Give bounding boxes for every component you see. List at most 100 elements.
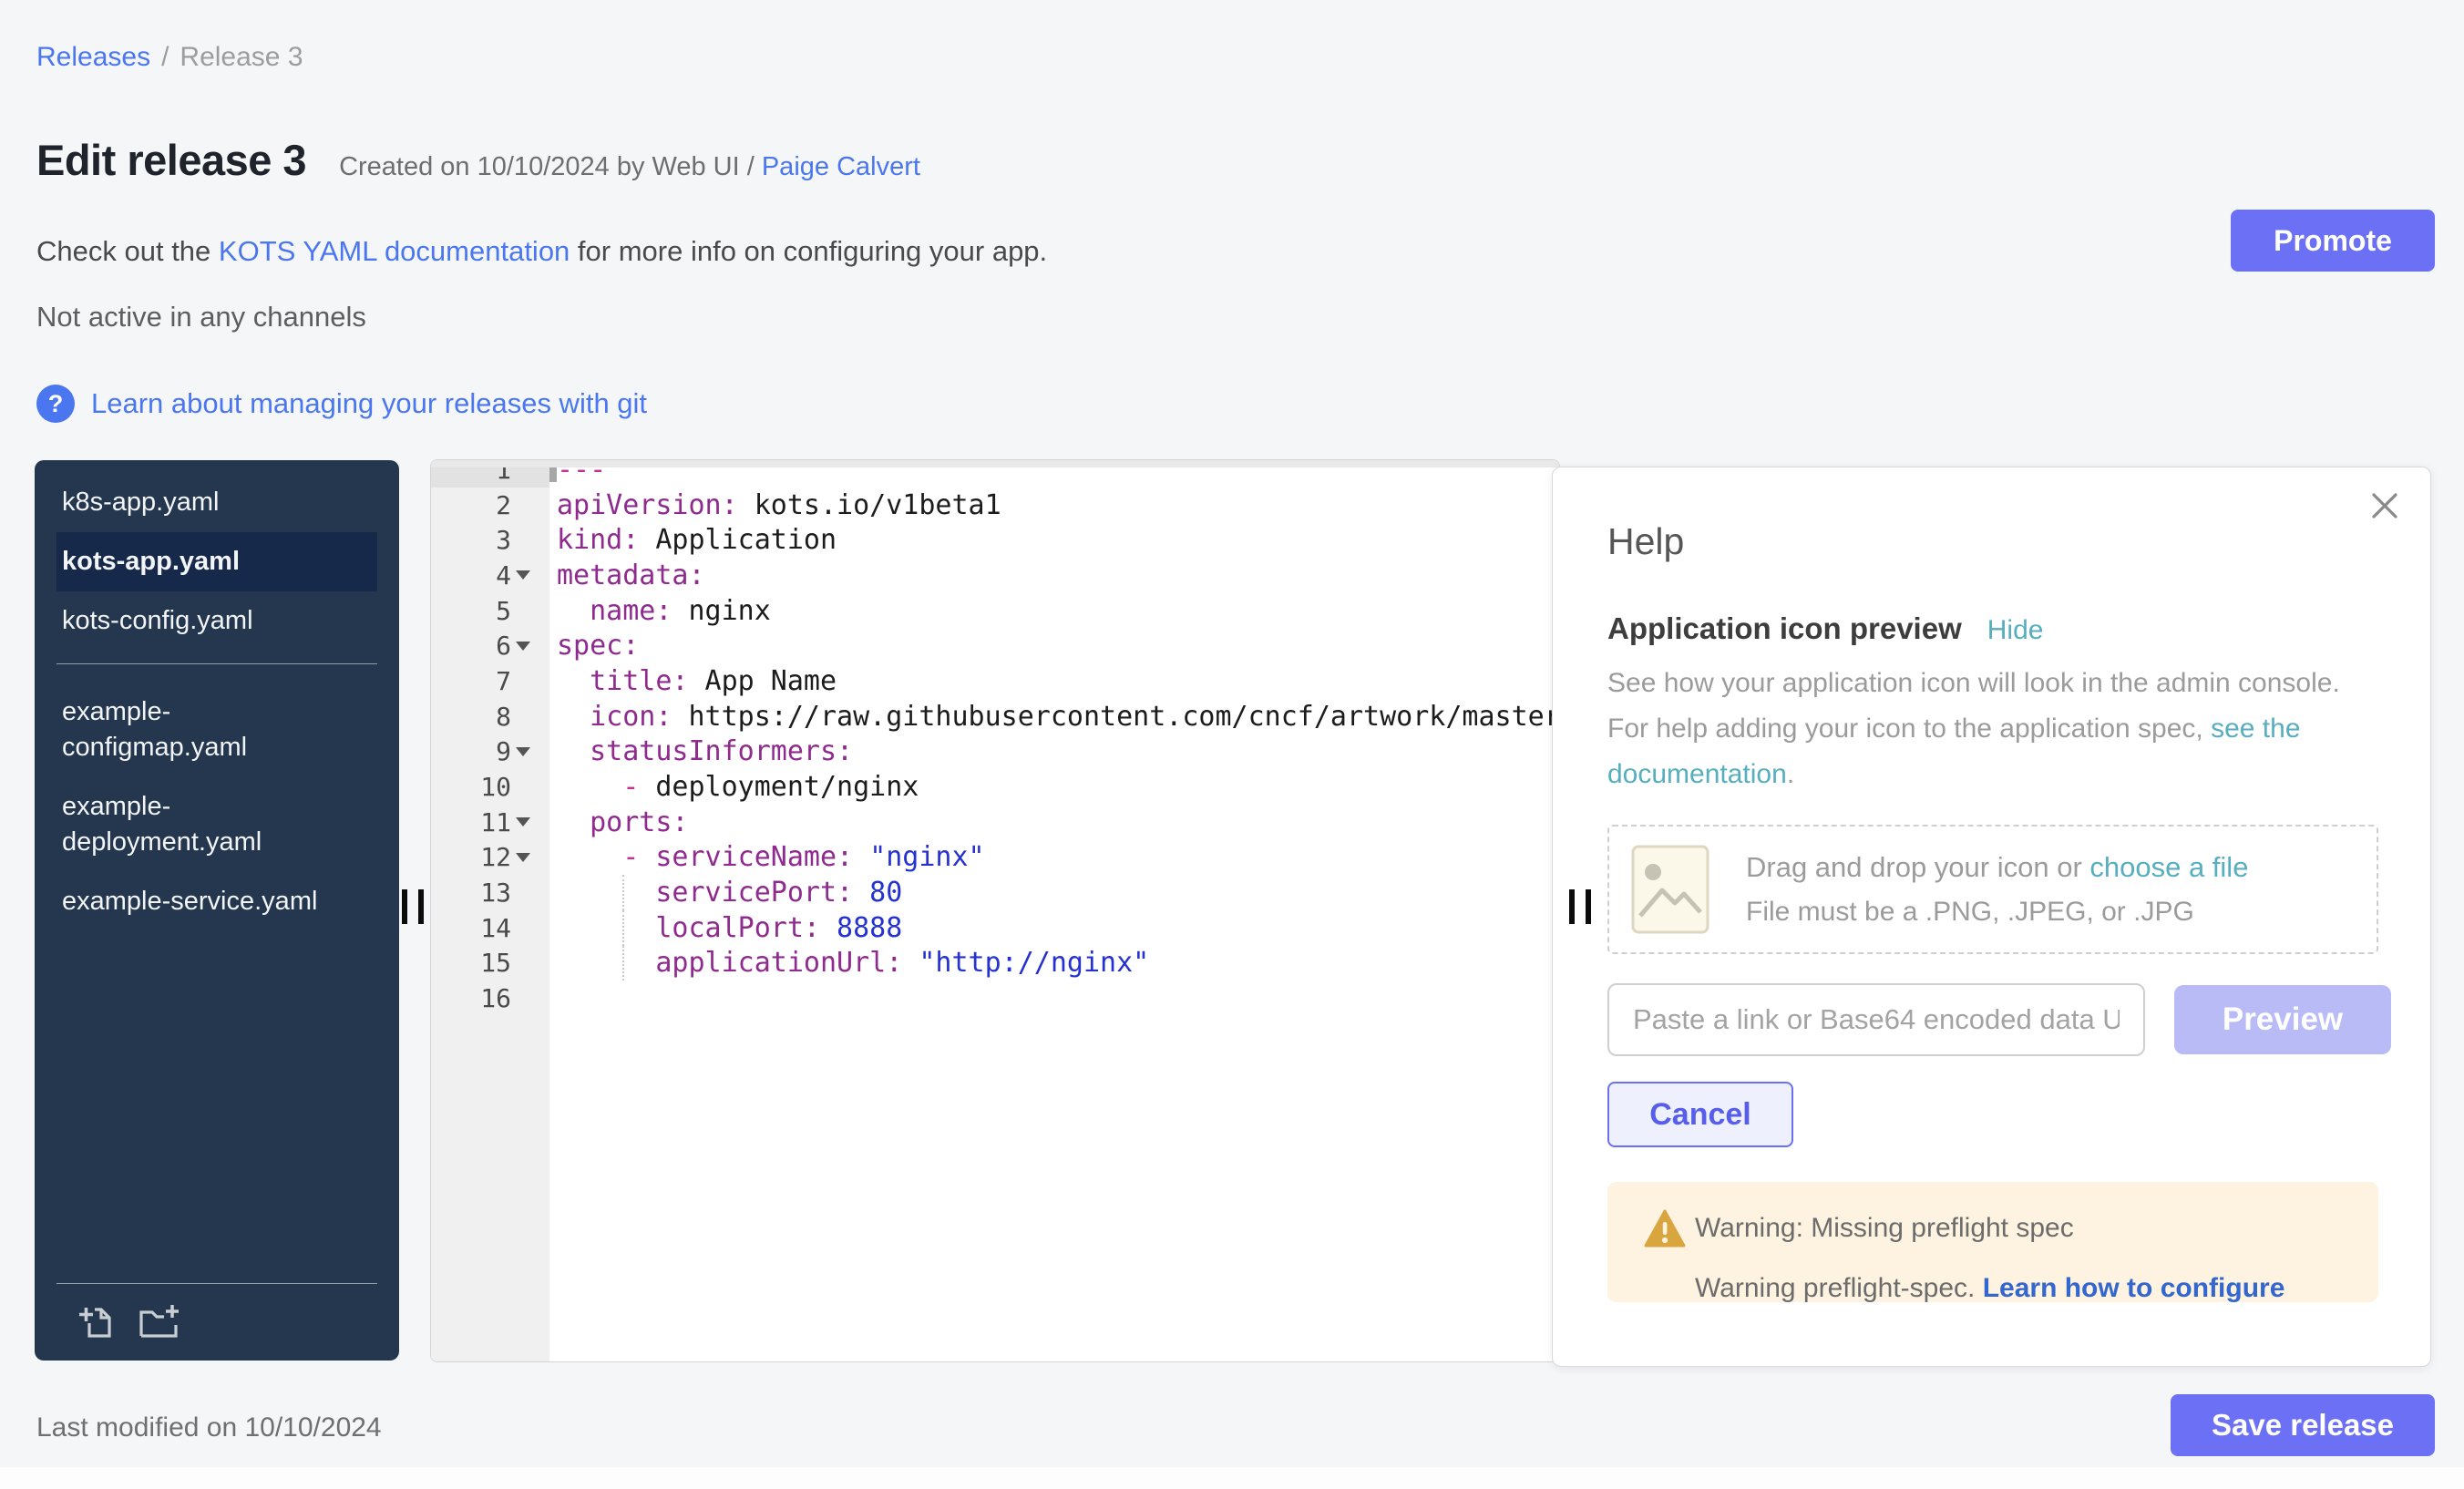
created-text: Created on 10/10/2024 by Web UI / [339,152,762,181]
cancel-button[interactable]: Cancel [1607,1082,1793,1147]
dropzone-text: Drag and drop your icon or choose a file… [1746,851,2248,928]
sidebar-footer [56,1283,377,1361]
sidebar-file-example-service.yaml[interactable]: example-service.yaml [56,872,377,931]
file-list-top: k8s-app.yamlkots-app.yamlkots-config.yam… [35,460,399,651]
learn-how-to-configure-link[interactable]: Learn how to configure [1983,1273,2285,1302]
channel-status: Not active in any channels [36,301,366,334]
help-panel-title: Help [1607,520,1684,563]
code-line-5[interactable]: 5 name: nginx [431,593,1559,629]
file-list-bottom: example-configmap.yamlexample-deployment… [35,683,399,931]
code-line-11[interactable]: 11 ports: [431,805,1559,840]
fold-arrow-icon[interactable] [516,570,530,580]
bottom-bar [0,1467,2464,1489]
code-content-2[interactable]: apiVersion: kots.io/v1beta1 [549,488,1559,523]
sidebar-file-k8s-app.yaml[interactable]: k8s-app.yaml [56,473,377,532]
last-modified-text: Last modified on 10/10/2024 [36,1412,382,1443]
code-line-6[interactable]: 6spec: [431,628,1559,663]
code-line-4[interactable]: 4metadata: [431,558,1559,593]
hide-link[interactable]: Hide [1987,615,2044,646]
git-help-link[interactable]: Learn about managing your releases with … [91,387,647,420]
docs-suffix: for more info on configuring your app. [570,235,1047,267]
save-release-button[interactable]: Save release [2171,1394,2435,1456]
sidebar-file-example-deployment.yaml[interactable]: example-deployment.yaml [56,777,377,872]
close-icon[interactable] [2368,489,2401,522]
drag-bar-icon [1586,889,1591,924]
code-line-9[interactable]: 9 statusInformers: [431,734,1559,770]
warning-title: Warning: Missing preflight spec [1695,1213,2360,1244]
add-folder-icon[interactable] [137,1303,180,1341]
breadcrumb-releases-link[interactable]: Releases [36,42,150,72]
code-content-9[interactable]: statusInformers: [549,734,1559,770]
code-content-11[interactable]: ports: [549,805,1559,840]
warning-detail: Warning preflight-spec. Learn how to con… [1695,1273,2360,1302]
code-content-14[interactable]: localPort: 8888 [549,910,1559,946]
dropzone-requirements: File must be a .PNG, .JPEG, or .JPG [1746,897,2248,928]
sidebar-file-kots-config.yaml[interactable]: kots-config.yaml [56,591,377,651]
icon-url-input[interactable] [1607,983,2145,1056]
created-info: Created on 10/10/2024 by Web UI / Paige … [339,152,920,182]
icon-preview-title: Application icon preview [1607,611,1962,646]
line-number-7: 7 [431,663,549,699]
yaml-editor[interactable]: 1---2apiVersion: kots.io/v1beta13kind: A… [430,459,1560,1362]
code-line-8[interactable]: 8 icon: https://raw.githubusercontent.co… [431,699,1559,734]
line-number-15: 15 [431,946,549,981]
line-number-12: 12 [431,840,549,876]
drag-bar-icon [1569,889,1575,924]
indent-guide [622,946,624,981]
kots-yaml-docs-link[interactable]: KOTS YAML documentation [219,235,570,267]
resize-handle-left[interactable] [402,889,424,924]
drag-bar-icon [418,889,424,924]
preflight-warning: Warning: Missing preflight spec Warning … [1607,1182,2378,1302]
fold-arrow-icon[interactable] [516,642,530,651]
code-content-3[interactable]: kind: Application [549,522,1559,558]
code-line-13[interactable]: 13 servicePort: 80 [431,875,1559,910]
code-content-16[interactable] [549,981,1559,1016]
code-line-16[interactable]: 16 [431,981,1559,1016]
file-sidebar: k8s-app.yamlkots-app.yamlkots-config.yam… [35,460,399,1361]
icon-preview-section-header: Application icon preview Hide [1607,611,2043,646]
image-placeholder-icon [1631,845,1709,934]
code-line-7[interactable]: 7 title: App Name [431,663,1559,699]
code-line-14[interactable]: 14 localPort: 8888 [431,910,1559,946]
drag-bar-icon [402,889,407,924]
fold-arrow-icon[interactable] [516,853,530,862]
code-content-13[interactable]: servicePort: 80 [549,875,1559,910]
fold-arrow-icon[interactable] [516,747,530,756]
code-line-2[interactable]: 2apiVersion: kots.io/v1beta1 [431,488,1559,523]
sidebar-file-kots-app.yaml[interactable]: kots-app.yaml [56,532,377,591]
code-content-6[interactable]: spec: [549,628,1559,663]
add-file-icon[interactable] [77,1303,115,1341]
breadcrumb-separator: / [161,42,169,72]
code-content-8[interactable]: icon: https://raw.githubusercontent.com/… [549,699,1560,734]
preview-button[interactable]: Preview [2174,985,2391,1054]
code-content-5[interactable]: name: nginx [549,593,1559,629]
code-content-12[interactable]: - serviceName: "nginx" [549,840,1559,876]
page: { "colors": { "accent_button": "#6c70f4"… [0,0,2464,1489]
code-content-4[interactable]: metadata: [549,558,1559,593]
icon-preview-description: See how your application icon will look … [1607,661,2358,797]
indent-guide [622,910,624,946]
code-line-10[interactable]: 10 - deployment/nginx [431,769,1559,805]
choose-file-link[interactable]: choose a file [2089,851,2248,883]
code-line-3[interactable]: 3kind: Application [431,522,1559,558]
code-content-7[interactable]: title: App Name [549,663,1559,699]
icon-dropzone[interactable]: Drag and drop your icon or choose a file… [1607,825,2378,954]
sidebar-divider [56,663,377,664]
line-number-2: 2 [431,488,549,523]
help-circle-icon: ? [36,385,75,423]
title-row: Edit release 3 Created on 10/10/2024 by … [36,135,920,185]
fold-arrow-icon[interactable] [516,817,530,827]
author-link[interactable]: Paige Calvert [762,152,920,181]
code-content-10[interactable]: - deployment/nginx [549,769,1559,805]
code-content-15[interactable]: applicationUrl: "http://nginx" [549,946,1559,981]
line-number-5: 5 [431,593,549,629]
line-number-9: 9 [431,734,549,770]
sidebar-file-example-configmap.yaml[interactable]: example-configmap.yaml [56,683,377,777]
code-line-15[interactable]: 15 applicationUrl: "http://nginx" [431,946,1559,981]
code-line-12[interactable]: 12 - serviceName: "nginx" [431,840,1559,876]
resize-handle-right[interactable] [1569,889,1591,924]
git-help-row: ? Learn about managing your releases wit… [36,385,647,423]
promote-button[interactable]: Promote [2231,210,2435,272]
line-number-10: 10 [431,769,549,805]
line-number-16: 16 [431,981,549,1016]
